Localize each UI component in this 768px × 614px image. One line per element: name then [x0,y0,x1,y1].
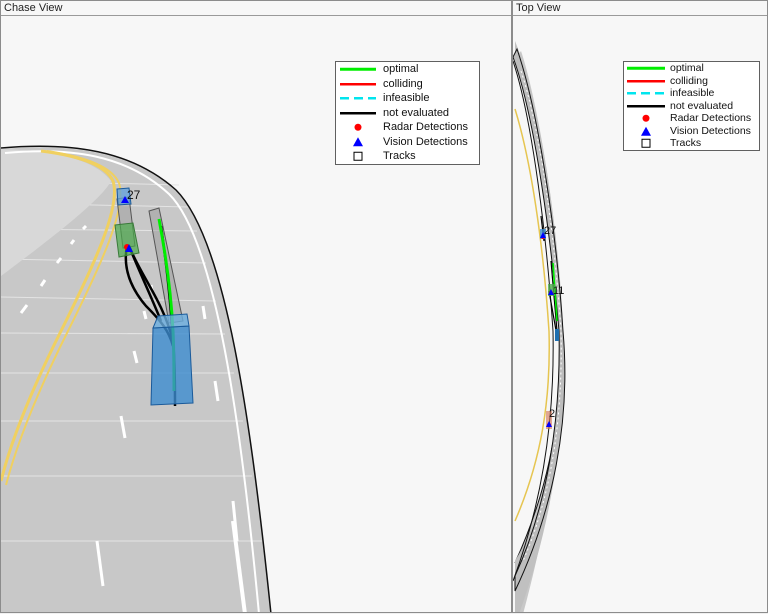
legend-entry-tracks: Tracks [624,137,759,150]
legend-label-infeasible: infeasible [670,87,715,99]
legend-entry-not-evaluated: not evaluated [624,100,759,113]
legend-entry-radar: Radar Detections [624,112,759,125]
chase-view-legend[interactable]: optimal colliding infeasible not evaluat… [335,61,480,165]
legend-label-optimal: optimal [670,62,704,74]
legend-entry-not-evaluated: not evaluated [336,106,479,121]
legend-label-colliding: colliding [670,74,708,87]
legend-entry-infeasible: infeasible [336,91,479,106]
top-view-title: Top View [513,1,767,16]
legend-label-radar: Radar Detections [383,121,468,133]
legend-entry-vision: Vision Detections [336,135,479,150]
legend-label-vision: Vision Detections [670,124,751,137]
top-ego-vehicle [555,329,559,341]
radar-detection-icon [642,114,650,122]
radar-detection-icon [354,123,362,131]
top-track-label-11: 11 [553,285,564,297]
legend-label-not-evaluated: not evaluated [383,106,450,119]
chase-view-title: Chase View [1,1,511,16]
legend-label-not-evaluated: not evaluated [670,99,734,112]
legend-entry-infeasible: infeasible [624,87,759,100]
track-square-icon [353,151,363,161]
ego-vehicle-box [150,313,194,406]
legend-label-tracks: Tracks [383,150,416,162]
vision-detection-icon [353,136,363,146]
top-view-panel[interactable]: Top View 27 11 2 optimal colliding infea… [512,0,768,613]
chase-view-panel[interactable]: Chase View 27 optimal colliding infeasib… [0,0,512,613]
legend-entry-optimal: optimal [336,62,479,77]
legend-entry-radar: Radar Detections [336,120,479,135]
chase-track-label-27: 27 [127,188,141,202]
legend-label-tracks: Tracks [670,137,702,149]
top-view-legend[interactable]: optimal colliding infeasible not evaluat… [623,61,760,151]
legend-label-vision: Vision Detections [383,135,468,148]
legend-label-optimal: optimal [383,63,419,75]
track-square-icon [641,138,651,148]
legend-label-infeasible: infeasible [383,92,430,104]
legend-entry-colliding: colliding [624,75,759,88]
legend-entry-colliding: colliding [336,77,479,92]
legend-entry-vision: Vision Detections [624,125,759,138]
legend-label-colliding: colliding [383,77,423,90]
top-track-label-2: 2 [549,408,555,420]
legend-entry-optimal: optimal [624,62,759,75]
vision-detection-icon [641,126,651,136]
legend-label-radar: Radar Detections [670,112,752,124]
top-track-label-27: 27 [544,225,556,237]
legend-entry-tracks: Tracks [336,149,479,164]
